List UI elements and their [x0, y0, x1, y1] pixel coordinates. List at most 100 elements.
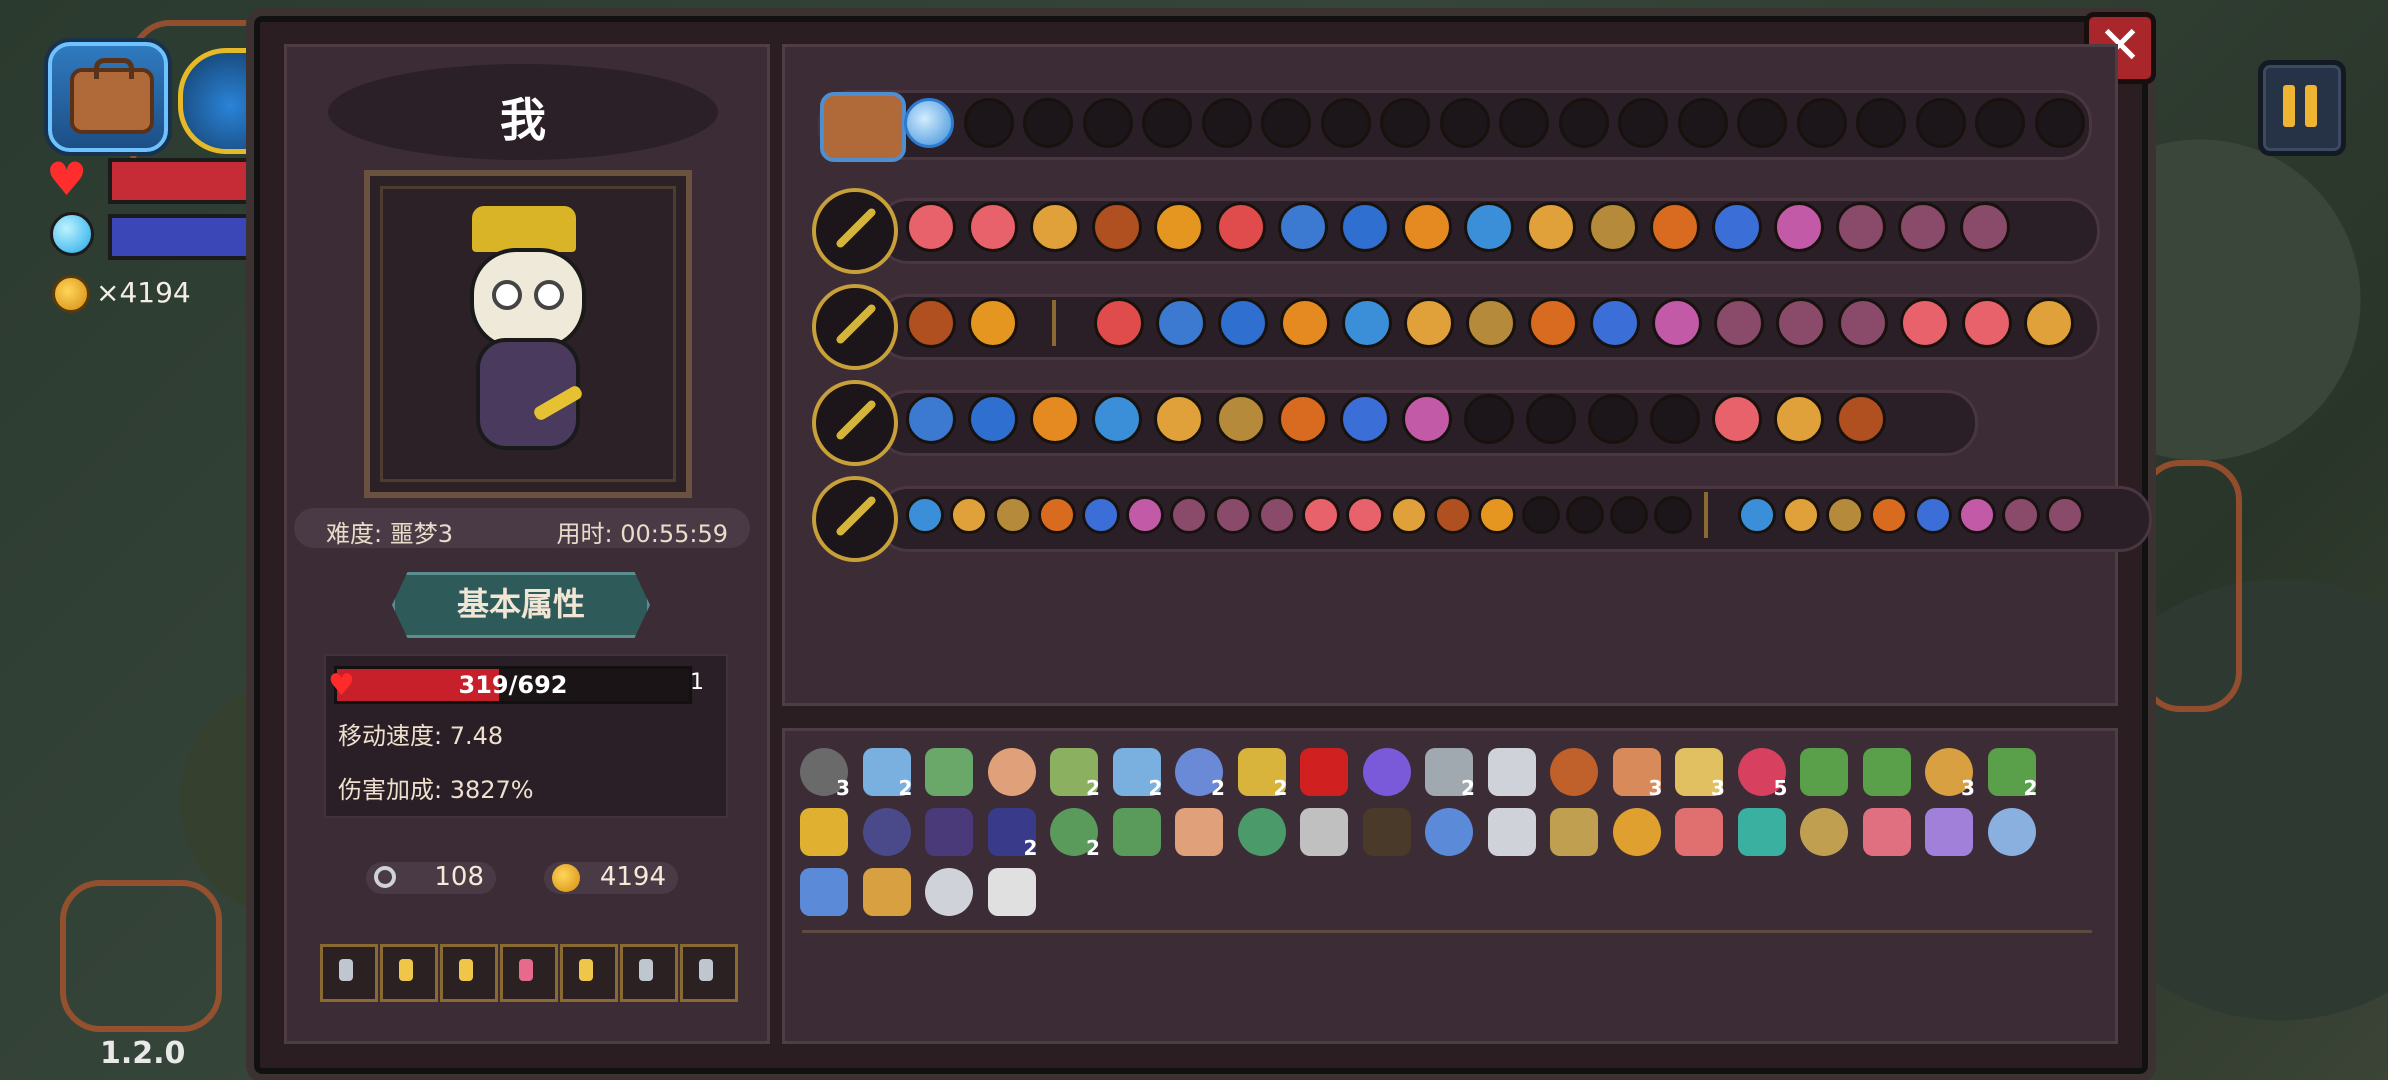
empty-slot[interactable] [1677, 98, 1728, 148]
empty-spell-slot[interactable] [1588, 394, 1638, 444]
spell-icon[interactable] [1870, 496, 1908, 534]
empty-slot[interactable] [1618, 98, 1668, 148]
spell-icon[interactable] [906, 298, 956, 348]
empty-spell-slot[interactable] [1650, 394, 1700, 444]
relic-icon[interactable] [1425, 808, 1473, 856]
dark-blade-icon[interactable] [812, 476, 898, 562]
spell-icon[interactable] [1464, 202, 1514, 252]
spell-icon[interactable] [1340, 394, 1390, 444]
spell-icon[interactable] [1218, 298, 1268, 348]
relic-icon[interactable] [1362, 808, 1411, 856]
relic-icon[interactable] [1300, 748, 1348, 796]
empty-slot[interactable] [1975, 98, 2025, 148]
spell-icon[interactable] [1826, 496, 1864, 534]
base-attributes-button[interactable]: 基本属性 [392, 572, 650, 638]
empty-slot[interactable] [1737, 98, 1787, 148]
relic-icon[interactable] [862, 808, 911, 856]
potion-slot[interactable] [500, 944, 558, 1002]
spell-icon[interactable] [1466, 298, 1516, 348]
relic-icon[interactable] [1675, 808, 1723, 856]
spell-icon[interactable] [1030, 394, 1080, 444]
empty-slot[interactable] [1558, 98, 1609, 148]
spell-icon[interactable] [1836, 202, 1886, 252]
spell-icon[interactable] [1258, 496, 1296, 534]
purple-staff-icon[interactable] [812, 284, 898, 370]
bag-icon[interactable] [820, 92, 906, 162]
potion-slot[interactable] [320, 944, 378, 1002]
relic-icon[interactable] [1487, 748, 1536, 796]
spell-icon[interactable] [1960, 202, 2010, 252]
spell-icon[interactable] [1280, 298, 1330, 348]
spell-icon[interactable] [1914, 496, 1952, 534]
spell-icon[interactable] [1346, 496, 1384, 534]
scepter-icon[interactable] [812, 380, 898, 466]
potion-slot[interactable] [380, 944, 438, 1002]
spell-icon[interactable] [1774, 202, 1824, 252]
hud-bag-button[interactable] [48, 42, 168, 152]
spell-icon[interactable] [1278, 202, 1328, 252]
spell-icon[interactable] [968, 298, 1018, 348]
potion-slot[interactable] [560, 944, 618, 1002]
potion-slot[interactable] [620, 944, 678, 1002]
relic-icon[interactable] [1112, 808, 1161, 856]
spell-icon[interactable] [1712, 394, 1762, 444]
empty-slot[interactable] [1023, 98, 1073, 148]
empty-slot[interactable] [963, 98, 1014, 148]
spell-icon[interactable] [1838, 298, 1888, 348]
spell-icon[interactable] [1094, 298, 1144, 348]
blue-orb-icon[interactable] [904, 98, 954, 148]
spell-icon[interactable] [1958, 496, 1996, 534]
spell-icon[interactable] [906, 496, 944, 534]
spell-icon[interactable] [1528, 298, 1578, 348]
empty-spell-slot[interactable] [1566, 496, 1604, 534]
spell-icon[interactable] [994, 496, 1032, 534]
spell-icon[interactable] [1340, 202, 1390, 252]
empty-slot[interactable] [1856, 98, 1906, 148]
empty-slot[interactable] [1915, 98, 1966, 148]
relic-icon[interactable] [1237, 808, 1286, 856]
spell-icon[interactable] [2002, 496, 2040, 534]
relic-icon[interactable] [862, 868, 911, 916]
spell-icon[interactable] [1652, 298, 1702, 348]
empty-slot[interactable] [1380, 98, 1430, 148]
empty-slot[interactable] [1796, 98, 1847, 148]
spell-icon[interactable] [1216, 202, 1266, 252]
relic-icon[interactable] [1737, 808, 1786, 856]
relic-icon[interactable] [1862, 808, 1911, 856]
spell-icon[interactable] [1738, 496, 1776, 534]
empty-spell-slot[interactable] [1610, 496, 1648, 534]
spell-icon[interactable] [1278, 394, 1328, 444]
spell-icon[interactable] [1588, 202, 1638, 252]
spell-icon[interactable] [906, 202, 956, 252]
potion-slot[interactable] [680, 944, 738, 1002]
relic-icon[interactable] [925, 748, 973, 796]
spell-icon[interactable] [1900, 298, 1950, 348]
spell-icon[interactable] [1214, 496, 1252, 534]
pause-button[interactable] [2258, 60, 2346, 156]
spell-icon[interactable] [1402, 394, 1452, 444]
relic-icon[interactable] [1987, 808, 2036, 856]
relic-icon[interactable] [1925, 808, 1973, 856]
empty-slot[interactable] [2034, 98, 2085, 148]
spell-icon[interactable] [1836, 394, 1886, 444]
spell-icon[interactable] [1170, 496, 1208, 534]
relic-icon[interactable] [925, 808, 973, 856]
empty-slot[interactable] [1439, 98, 1490, 148]
spell-icon[interactable] [1962, 298, 2012, 348]
spell-icon[interactable] [1038, 496, 1076, 534]
spell-icon[interactable] [968, 394, 1018, 444]
relic-icon[interactable] [800, 808, 848, 856]
relic-icon[interactable] [1550, 808, 1598, 856]
relic-icon[interactable] [800, 868, 848, 916]
spell-icon[interactable] [1302, 496, 1340, 534]
spell-icon[interactable] [1402, 202, 1452, 252]
relic-icon[interactable] [1362, 748, 1411, 796]
spell-icon[interactable] [1590, 298, 1640, 348]
spell-icon[interactable] [1478, 496, 1516, 534]
spell-icon[interactable] [2046, 496, 2084, 534]
spell-icon[interactable] [1782, 496, 1820, 534]
spell-icon[interactable] [1776, 298, 1826, 348]
relic-icon[interactable] [1300, 808, 1348, 856]
spell-icon[interactable] [2024, 298, 2074, 348]
spell-icon[interactable] [1092, 394, 1142, 444]
